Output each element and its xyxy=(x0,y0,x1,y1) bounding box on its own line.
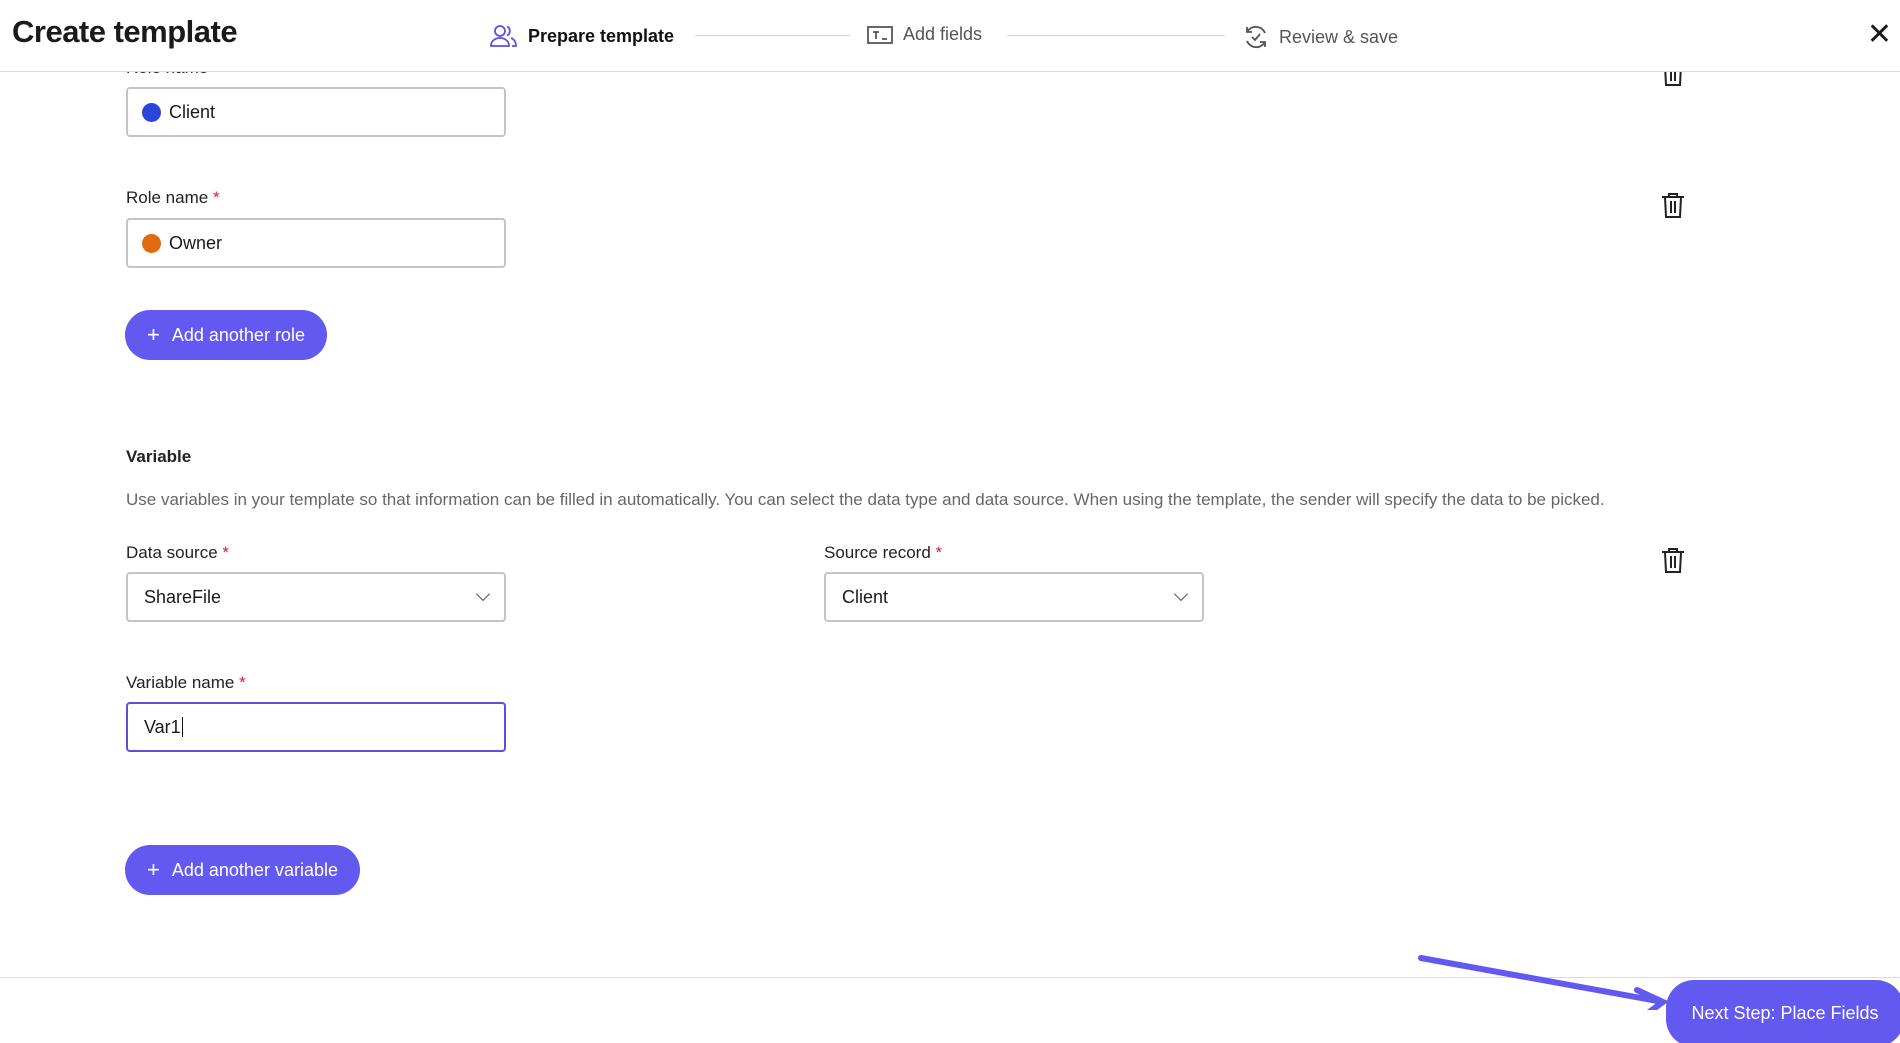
select-value: Client xyxy=(842,586,889,607)
trash-icon[interactable] xyxy=(1661,547,1685,573)
role-name-input-owner[interactable]: Owner xyxy=(126,218,506,268)
text-field-icon xyxy=(867,25,893,44)
input-value: Client xyxy=(169,101,216,122)
step-divider xyxy=(695,35,850,36)
label-text: Variable name xyxy=(126,673,235,692)
label-text: Data source xyxy=(126,543,218,562)
variable-description: Use variables in your template so that i… xyxy=(126,490,1605,509)
step-prepare-template[interactable]: Prepare template xyxy=(490,24,674,48)
step-divider xyxy=(1007,35,1225,36)
plus-icon: + xyxy=(147,322,160,347)
page-title: Create template xyxy=(12,14,238,49)
step-label: Review & save xyxy=(1279,26,1399,47)
label-text: Role name xyxy=(126,188,209,207)
required-marker: * xyxy=(222,543,230,562)
data-source-label: Data source * xyxy=(126,543,229,563)
header: Create template Prepare template Add fie… xyxy=(0,0,1900,72)
select-value: ShareFile xyxy=(144,586,222,607)
button-label: Add another variable xyxy=(171,859,338,880)
required-marker: * xyxy=(935,543,943,562)
step-label: Prepare template xyxy=(528,25,675,46)
input-value: Var1 xyxy=(144,716,181,737)
plus-icon: + xyxy=(147,857,160,882)
step-review-save[interactable]: Review & save xyxy=(1243,24,1398,50)
chevron-down-icon xyxy=(1173,586,1189,602)
role-color-dot xyxy=(142,102,161,122)
add-another-role-button[interactable]: + Add another role xyxy=(125,310,327,360)
required-marker: * xyxy=(212,188,220,207)
button-label: Add another role xyxy=(171,324,305,345)
users-icon xyxy=(490,25,517,47)
refresh-check-icon xyxy=(1246,25,1266,49)
close-icon[interactable]: ✕ xyxy=(1867,20,1892,50)
role-name-input-client[interactable]: Client xyxy=(126,87,506,137)
chevron-down-icon xyxy=(475,586,491,602)
variable-name-label: Variable name * xyxy=(126,673,246,693)
label-text: Source record xyxy=(824,543,931,562)
variable-name-input[interactable]: Var1 xyxy=(126,702,506,752)
input-value: Owner xyxy=(169,232,223,253)
step-add-fields[interactable]: Add fields xyxy=(867,24,982,45)
source-record-label: Source record * xyxy=(824,543,942,563)
data-source-select[interactable]: ShareFile xyxy=(126,572,506,622)
trash-icon[interactable] xyxy=(1661,192,1685,218)
role-name-label: Role name * xyxy=(126,188,220,208)
source-record-select[interactable]: Client xyxy=(824,572,1204,622)
annotation-arrow-icon xyxy=(1418,955,1669,1010)
text-cursor xyxy=(181,717,183,737)
step-label: Add fields xyxy=(903,24,983,44)
variable-heading: Variable xyxy=(126,447,192,466)
role-color-dot xyxy=(142,233,161,253)
next-step-button[interactable]: Next Step: Place Fields xyxy=(1670,984,1900,1043)
required-marker: * xyxy=(239,673,246,692)
add-another-variable-button[interactable]: + Add another variable xyxy=(125,845,360,895)
